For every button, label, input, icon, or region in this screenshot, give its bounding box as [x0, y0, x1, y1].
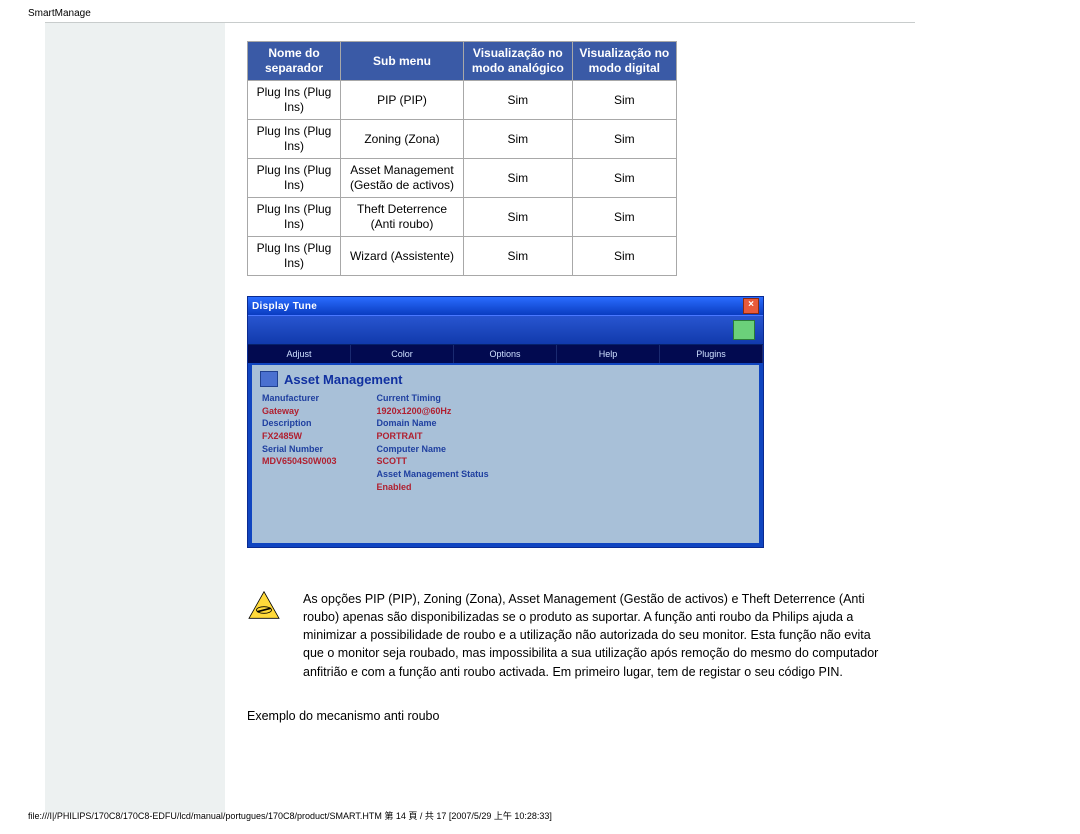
- asset-pane: Asset Management Manufacturer Gateway De…: [252, 365, 759, 543]
- value: FX2485W: [262, 431, 337, 443]
- cell: Sim: [572, 159, 676, 198]
- table-row: Plug Ins (Plug Ins) Zoning (Zona) Sim Si…: [248, 120, 677, 159]
- tab-adjust[interactable]: Adjust: [248, 345, 351, 363]
- page-footer: file:///I|/PHILIPS/170C8/170C8-EDFU/lcd/…: [28, 809, 552, 822]
- pane-heading: Asset Management: [252, 365, 759, 393]
- asset-col-right: Current Timing 1920x1200@60Hz Domain Nam…: [377, 393, 489, 494]
- cell: Plug Ins (Plug Ins): [248, 159, 341, 198]
- subheading: Exemplo do mecanismo anti roubo: [247, 709, 893, 723]
- value: Enabled: [377, 482, 489, 494]
- asset-col-left: Manufacturer Gateway Description FX2485W…: [262, 393, 337, 494]
- cell: Sim: [464, 120, 573, 159]
- th-analog: Visualização no modo analógico: [464, 42, 573, 81]
- pane-title: Asset Management: [284, 372, 402, 387]
- tab-options[interactable]: Options: [454, 345, 557, 363]
- cell: Wizard (Assistente): [341, 237, 464, 276]
- cell: Sim: [464, 237, 573, 276]
- note-text: As opções PIP (PIP), Zoning (Zona), Asse…: [303, 590, 893, 681]
- th-digital: Visualização no modo digital: [572, 42, 676, 81]
- cell: Plug Ins (Plug Ins): [248, 120, 341, 159]
- close-icon[interactable]: ×: [743, 298, 759, 314]
- monitor-icon: [733, 320, 755, 340]
- cell: Sim: [464, 81, 573, 120]
- page-body: Nome do separador Sub menu Visualização …: [45, 22, 915, 813]
- label: Manufacturer: [262, 393, 337, 405]
- tab-plugins[interactable]: Plugins: [660, 345, 763, 363]
- value: Gateway: [262, 406, 337, 418]
- cell: Sim: [572, 120, 676, 159]
- cell: Sim: [572, 81, 676, 120]
- cell: Sim: [572, 198, 676, 237]
- asset-details: Manufacturer Gateway Description FX2485W…: [252, 393, 759, 494]
- th-submenu: Sub menu: [341, 42, 464, 81]
- window-toolbar: [248, 315, 763, 345]
- tab-help[interactable]: Help: [557, 345, 660, 363]
- table-row: Plug Ins (Plug Ins) Wizard (Assistente) …: [248, 237, 677, 276]
- note-block: As opções PIP (PIP), Zoning (Zona), Asse…: [247, 590, 893, 681]
- value: SCOTT: [377, 456, 489, 468]
- warning-icon: [247, 590, 281, 620]
- label: Asset Management Status: [377, 469, 489, 481]
- label: Serial Number: [262, 444, 337, 456]
- cell: Sim: [572, 237, 676, 276]
- window-title: Display Tune: [252, 301, 317, 312]
- label: Current Timing: [377, 393, 489, 405]
- cell: PIP (PIP): [341, 81, 464, 120]
- label: Description: [262, 418, 337, 430]
- tab-bar: Adjust Color Options Help Plugins: [248, 345, 763, 363]
- table-row: Plug Ins (Plug Ins) PIP (PIP) Sim Sim: [248, 81, 677, 120]
- monitor-icon: [260, 371, 278, 387]
- th-separator: Nome do separador: [248, 42, 341, 81]
- cell: Sim: [464, 159, 573, 198]
- table-header-row: Nome do separador Sub menu Visualização …: [248, 42, 677, 81]
- cell: Plug Ins (Plug Ins): [248, 237, 341, 276]
- tab-color[interactable]: Color: [351, 345, 454, 363]
- label: Domain Name: [377, 418, 489, 430]
- value: MDV6504S0W003: [262, 456, 337, 468]
- feature-table: Nome do separador Sub menu Visualização …: [247, 41, 677, 276]
- label: Computer Name: [377, 444, 489, 456]
- table-row: Plug Ins (Plug Ins) Theft Deterrence (An…: [248, 198, 677, 237]
- cell: Asset Management (Gestão de activos): [341, 159, 464, 198]
- table-row: Plug Ins (Plug Ins) Asset Management (Ge…: [248, 159, 677, 198]
- page-header: SmartManage: [28, 8, 91, 19]
- cell: Plug Ins (Plug Ins): [248, 198, 341, 237]
- content-pane: Nome do separador Sub menu Visualização …: [225, 23, 915, 813]
- content: Nome do separador Sub menu Visualização …: [225, 23, 915, 723]
- cell: Zoning (Zona): [341, 120, 464, 159]
- app-screenshot: Display Tune × Adjust Color Options Help…: [247, 296, 764, 548]
- cell: Theft Deterrence (Anti roubo): [341, 198, 464, 237]
- value: PORTRAIT: [377, 431, 489, 443]
- window-titlebar: Display Tune ×: [248, 297, 763, 315]
- cell: Plug Ins (Plug Ins): [248, 81, 341, 120]
- value: 1920x1200@60Hz: [377, 406, 489, 418]
- cell: Sim: [464, 198, 573, 237]
